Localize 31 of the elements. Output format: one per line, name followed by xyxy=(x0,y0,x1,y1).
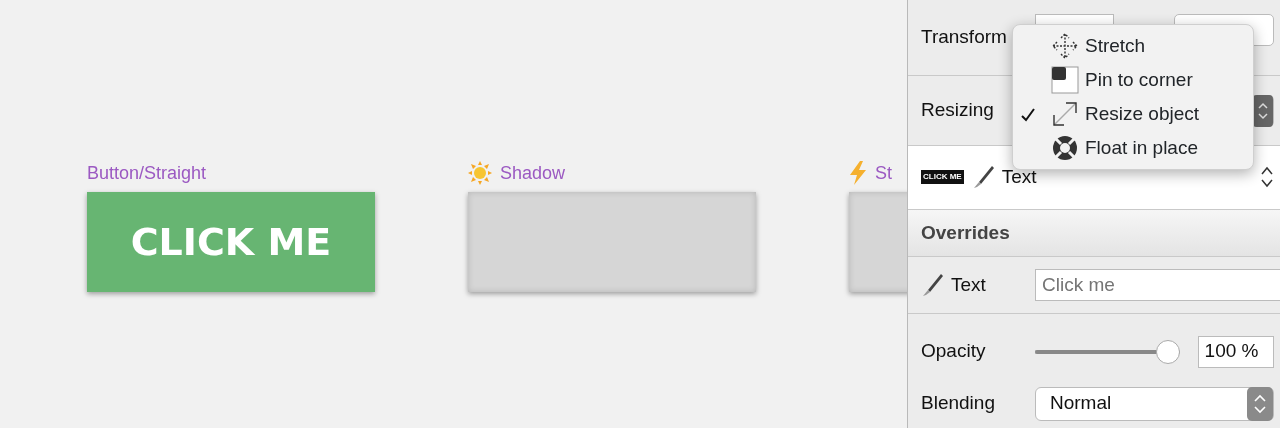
up-down-chevron-icon xyxy=(1260,165,1274,190)
opacity-value-field[interactable]: 100 % xyxy=(1197,335,1274,368)
stepper-icon xyxy=(1253,94,1273,127)
blending-dropdown[interactable]: Normal xyxy=(1035,386,1274,421)
stepper-icon xyxy=(1247,386,1273,421)
sun-icon xyxy=(468,161,492,185)
override-text-field[interactable]: Click me xyxy=(1035,269,1280,302)
menu-item[interactable]: Pin to corner xyxy=(1013,63,1253,97)
overrides-heading: Overrides xyxy=(921,220,1010,245)
opacity-label: Opacity xyxy=(921,339,987,364)
lightning-icon xyxy=(849,161,867,185)
lifebuoy-icon xyxy=(1051,134,1079,162)
override-label: Text xyxy=(951,273,986,298)
diagonal-arrows-icon xyxy=(1051,100,1079,128)
menu-item[interactable]: Float in place xyxy=(1013,131,1253,165)
artboard-label: St xyxy=(875,161,892,185)
pinned-square-icon xyxy=(1051,66,1079,94)
slider-thumb[interactable] xyxy=(1155,339,1180,364)
artboard-label: Button/Straight xyxy=(87,161,207,185)
menu-item[interactable]: Resize object xyxy=(1013,97,1253,131)
symbol-thumbnail: CLICK ME xyxy=(921,170,964,185)
stretch-arrows-icon xyxy=(1051,32,1079,60)
blending-label: Blending xyxy=(921,391,996,416)
transform-label: Transform xyxy=(921,25,1008,50)
menu-item[interactable]: Stretch xyxy=(1013,29,1253,63)
brush-icon xyxy=(971,165,994,190)
brush-icon xyxy=(921,273,943,298)
symbol-override-label: Text xyxy=(1001,164,1038,189)
artboard-label: Shadow xyxy=(500,161,566,185)
resizing-label: Resizing xyxy=(921,98,995,123)
click-me-symbol: CLICK ME xyxy=(87,192,375,292)
